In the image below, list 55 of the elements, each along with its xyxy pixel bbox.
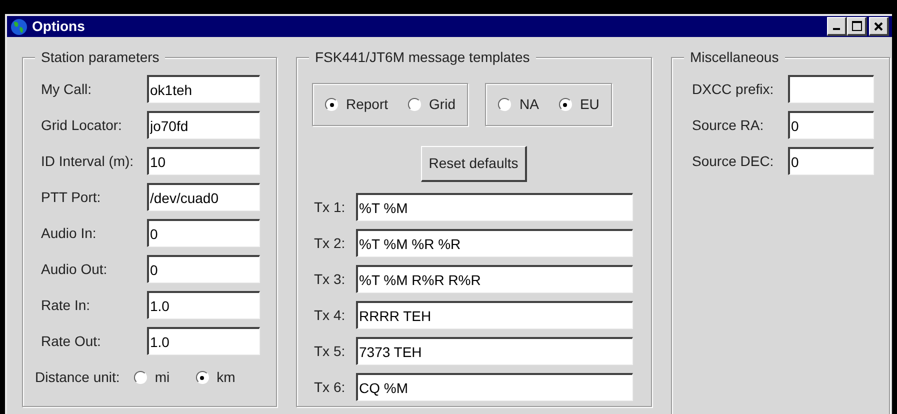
text-field[interactable]: 7373 TEH xyxy=(356,337,633,365)
text-field[interactable]: 0 xyxy=(147,219,260,247)
text-field[interactable]: %T %M %R %R xyxy=(356,229,633,257)
radio-label: EU xyxy=(580,95,600,114)
globe-icon xyxy=(10,18,28,36)
field-label: Distance unit: xyxy=(35,368,120,387)
text-field[interactable] xyxy=(788,75,874,103)
text-field[interactable]: 10 xyxy=(147,147,260,175)
field-label: My Call: xyxy=(41,80,93,99)
text-field[interactable]: %T %M xyxy=(356,193,633,221)
field-label: PTT Port: xyxy=(41,188,102,206)
field-label: Grid Locator: xyxy=(41,116,123,134)
field-label: Tx 3: xyxy=(314,270,346,288)
field-label: Tx 6: xyxy=(314,378,346,396)
field-label: Audio Out: xyxy=(41,260,108,278)
field-label: Source DEC: xyxy=(692,152,775,170)
field-label: Audio In: xyxy=(41,224,98,242)
reset-defaults-button[interactable]: Reset defaults xyxy=(420,146,528,182)
field-label: Tx 4: xyxy=(314,306,346,324)
close-button[interactable] xyxy=(869,17,889,36)
radio-button[interactable] xyxy=(325,98,338,111)
text-field[interactable]: 0 xyxy=(147,255,260,283)
close-icon xyxy=(874,22,883,30)
text-field[interactable]: 1.0 xyxy=(147,291,260,319)
field-label: Rate Out: xyxy=(41,332,102,350)
text-field[interactable]: 0 xyxy=(788,111,874,139)
text-field[interactable]: 0 xyxy=(788,147,874,175)
radio-label: km xyxy=(216,368,236,387)
text-field[interactable]: CQ %M xyxy=(356,373,633,401)
minimize-button[interactable] xyxy=(827,17,847,36)
maximize-icon xyxy=(852,21,862,31)
field-label: Tx 2: xyxy=(314,234,346,252)
radio-label: NA xyxy=(519,95,539,114)
text-field[interactable]: ok1teh xyxy=(147,75,260,103)
radio-button[interactable] xyxy=(196,371,209,384)
text-field[interactable]: %T %M R%R R%R xyxy=(356,265,633,293)
radio-button[interactable] xyxy=(558,98,572,111)
text-field[interactable]: 1.0 xyxy=(147,327,260,355)
field-label: Tx 5: xyxy=(314,342,346,360)
field-label: Rate In: xyxy=(41,296,92,314)
radio-label: mi xyxy=(154,368,170,387)
text-field[interactable]: jo70fd xyxy=(147,111,260,139)
radio-label: Grid xyxy=(429,95,456,114)
maximize-button[interactable] xyxy=(847,17,867,36)
field-label: DXCC prefix: xyxy=(692,80,775,99)
field-label: Tx 1: xyxy=(314,198,346,216)
window-title: Options xyxy=(32,17,85,36)
text-field[interactable]: /dev/cuad0 xyxy=(147,183,260,211)
radio-button[interactable] xyxy=(408,98,422,111)
text-field[interactable]: RRRR TEH xyxy=(356,301,633,329)
field-label: Source RA: xyxy=(692,116,765,134)
radio-button[interactable] xyxy=(498,98,512,111)
radio-button[interactable] xyxy=(134,371,147,384)
radio-label: Report xyxy=(346,95,388,114)
field-label: ID Interval (m): xyxy=(41,152,135,171)
